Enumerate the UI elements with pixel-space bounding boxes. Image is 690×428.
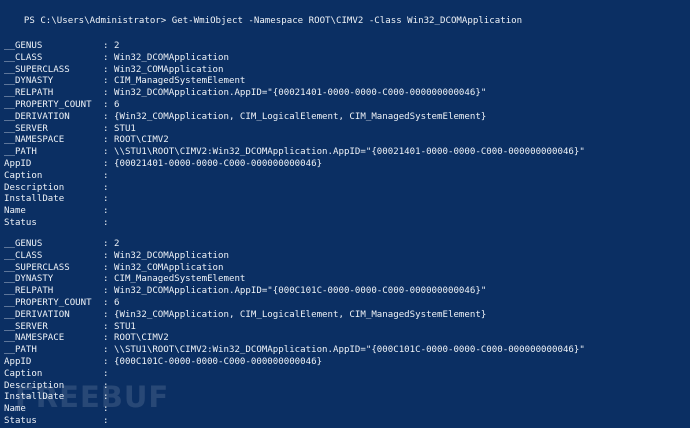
property-separator: :	[103, 333, 109, 344]
property-value: Win32_DCOMApplication.AppID="{000C101C-0…	[114, 286, 487, 297]
property-separator: :	[103, 392, 109, 403]
property-name: Caption	[4, 170, 43, 181]
property-name: Name	[4, 404, 26, 415]
property-value: 6	[114, 298, 120, 308]
property-separator: :	[103, 250, 109, 261]
property-separator: :	[103, 76, 109, 87]
property-separator: :	[103, 206, 109, 217]
property-name: __PATH	[4, 147, 37, 158]
property-separator: :	[103, 182, 109, 193]
property-value: {000C101C-0000-0000-C000-000000000046}	[114, 357, 323, 367]
property-separator: :	[103, 262, 109, 273]
powershell-console[interactable]: PS C:\Users\Administrator> Get-WmiObject…	[0, 0, 690, 428]
property-name: __DERIVATION	[4, 111, 70, 122]
property-name: Caption	[4, 368, 43, 379]
property-name: __PROPERTY_COUNT	[4, 298, 92, 308]
prompt-path: PS C:\Users\Administrator>	[23, 16, 167, 26]
property-value: 6	[114, 100, 120, 110]
property-name: Description	[4, 182, 65, 193]
property-separator: :	[103, 380, 109, 391]
property-name: __DYNASTY	[4, 274, 54, 285]
prompt-line: PS C:\Users\Administrator> Get-WmiObject…	[2, 3, 522, 39]
property-value: {00021401-0000-0000-C000-000000000046}	[114, 159, 323, 169]
property-separator: :	[103, 286, 109, 297]
property-name: __SUPERCLASS	[4, 64, 70, 75]
property-value: \\STU1\ROOT\CIMV2:Win32_DCOMApplication.…	[114, 147, 585, 158]
property-name: __CLASS	[4, 52, 43, 63]
property-value: 2	[114, 41, 120, 51]
property-name: __SERVER	[4, 123, 48, 134]
property-separator: :	[103, 135, 109, 146]
property-separator: :	[103, 88, 109, 99]
property-name: __RELPATH	[4, 286, 54, 297]
property-separator: :	[103, 111, 109, 122]
property-name: __SUPERCLASS	[4, 262, 70, 273]
property-name: AppID	[4, 159, 32, 169]
property-name: InstallDate	[4, 392, 65, 403]
property-value: Win32_DCOMApplication	[114, 250, 229, 261]
property-separator: :	[103, 404, 109, 415]
property-value: STU1	[114, 123, 136, 134]
property-name: __PATH	[4, 345, 37, 356]
property-separator: :	[103, 123, 109, 134]
property-separator: :	[103, 298, 109, 308]
property-value: CIM_ManagedSystemElement	[114, 76, 246, 87]
property-name: __NAMESPACE	[4, 135, 65, 146]
property-value: {Win32_COMApplication, CIM_LogicalElemen…	[114, 111, 487, 122]
property-value: Win32_COMApplication	[114, 64, 224, 75]
property-separator: :	[103, 416, 109, 426]
property-value: {Win32_COMApplication, CIM_LogicalElemen…	[114, 309, 487, 320]
property-separator: :	[103, 218, 109, 228]
property-name: Description	[4, 380, 65, 391]
property-name: InstallDate	[4, 194, 65, 205]
property-separator: :	[103, 100, 109, 110]
prompt-command: Get-WmiObject -Namespace ROOT\CIMV2 -Cla…	[166, 16, 523, 26]
property-value: ROOT\CIMV2	[114, 135, 169, 146]
property-value: Win32_COMApplication	[114, 262, 224, 273]
property-separator: :	[103, 357, 109, 367]
property-value: \\STU1\ROOT\CIMV2:Win32_DCOMApplication.…	[114, 345, 585, 356]
property-separator: :	[103, 345, 109, 356]
property-value: Win32_DCOMApplication.AppID="{00021401-0…	[114, 88, 487, 99]
property-name: __CLASS	[4, 250, 43, 261]
property-separator: :	[103, 41, 109, 51]
property-name: AppID	[4, 357, 32, 367]
property-name: __DYNASTY	[4, 76, 54, 87]
property-name: __PROPERTY_COUNT	[4, 100, 92, 110]
property-value: ROOT\CIMV2	[114, 333, 169, 344]
property-name: __RELPATH	[4, 88, 54, 99]
property-name: Name	[4, 206, 26, 217]
property-separator: :	[103, 194, 109, 205]
property-value: CIM_ManagedSystemElement	[114, 274, 246, 285]
property-value: Win32_DCOMApplication	[114, 52, 229, 63]
property-separator: :	[103, 368, 109, 379]
property-name: Status	[4, 416, 37, 426]
property-name: __DERIVATION	[4, 309, 70, 320]
property-separator: :	[103, 147, 109, 158]
property-separator: :	[103, 159, 109, 169]
property-name: __SERVER	[4, 321, 48, 332]
property-separator: :	[103, 321, 109, 332]
property-separator: :	[103, 239, 109, 249]
property-separator: :	[103, 170, 109, 181]
property-separator: :	[103, 309, 109, 320]
property-name: Status	[4, 218, 37, 228]
property-name: __GENUS	[4, 41, 43, 51]
property-name: __GENUS	[4, 239, 43, 249]
property-separator: :	[103, 64, 109, 75]
property-separator: :	[103, 274, 109, 285]
property-name: __NAMESPACE	[4, 333, 65, 344]
property-value: STU1	[114, 321, 136, 332]
property-separator: :	[103, 52, 109, 63]
property-value: 2	[114, 239, 120, 249]
